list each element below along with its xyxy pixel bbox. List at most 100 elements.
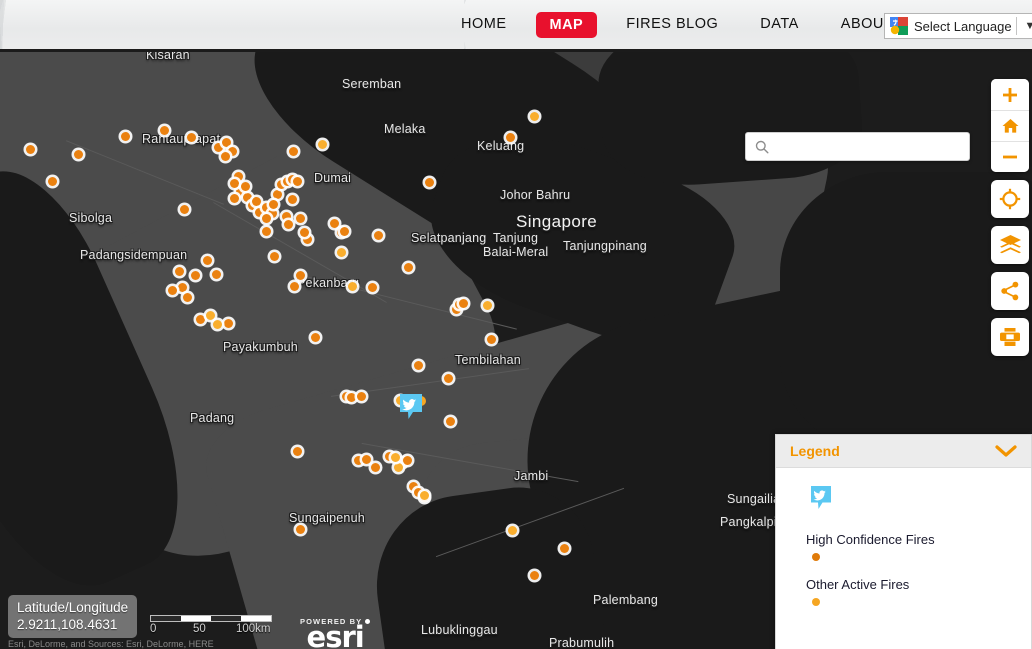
fire-point-other-active[interactable] [508, 526, 517, 535]
locate-button[interactable] [991, 180, 1029, 218]
map-attribution: Esri, DeLorme, and Sources: Esri, DeLorm… [8, 639, 214, 649]
fire-point-high-confidence[interactable] [296, 271, 305, 280]
search-input[interactable] [775, 133, 969, 160]
fire-point-high-confidence[interactable] [262, 227, 271, 236]
fire-point-high-confidence[interactable] [178, 283, 187, 292]
fire-point-high-confidence[interactable] [191, 271, 200, 280]
share-button[interactable] [991, 272, 1029, 310]
scale-bar-line [150, 615, 272, 622]
fire-point-high-confidence[interactable] [487, 335, 496, 344]
legend-swatch-high-confidence [812, 553, 820, 561]
fire-point-high-confidence[interactable] [212, 270, 221, 279]
fire-point-other-active[interactable] [337, 248, 346, 257]
fire-point-high-confidence[interactable] [446, 417, 455, 426]
home-extent-button[interactable] [991, 110, 1029, 141]
fire-point-high-confidence[interactable] [48, 177, 57, 186]
fire-point-high-confidence[interactable] [357, 392, 366, 401]
fires-map-app: HOME MAP FIRES BLOG DATA ABOUT GFW Selec… [0, 0, 1032, 649]
fire-point-high-confidence[interactable] [187, 133, 196, 142]
fire-point-high-confidence[interactable] [175, 267, 184, 276]
latlong-readout: Latitude/Longitude 2.9211,108.4631 [8, 595, 138, 638]
nav-item-data[interactable]: DATA [739, 0, 820, 49]
fire-point-high-confidence[interactable] [252, 197, 261, 206]
fire-point-high-confidence[interactable] [222, 138, 231, 147]
legend-item-twitter [810, 485, 1031, 516]
fire-point-other-active[interactable] [318, 140, 327, 149]
fire-point-high-confidence[interactable] [203, 256, 212, 265]
fire-point-high-confidence[interactable] [425, 178, 434, 187]
fire-point-high-confidence[interactable] [26, 145, 35, 154]
fire-point-high-confidence[interactable] [404, 263, 413, 272]
fire-point-high-confidence[interactable] [290, 282, 299, 291]
nav-item-home[interactable]: HOME [440, 0, 528, 49]
site-header: HOME MAP FIRES BLOG DATA ABOUT GFW Selec… [0, 0, 1032, 52]
fire-point-high-confidence[interactable] [311, 333, 320, 342]
fire-point-other-active[interactable] [206, 311, 215, 320]
fire-point-high-confidence[interactable] [180, 205, 189, 214]
nav-item-map[interactable]: MAP [535, 11, 598, 38]
esri-brand-text: esri [306, 620, 365, 649]
fire-point-high-confidence[interactable] [368, 283, 377, 292]
fire-point-high-confidence[interactable] [121, 132, 130, 141]
fire-point-high-confidence[interactable] [300, 228, 309, 237]
fire-point-high-confidence[interactable] [269, 200, 278, 209]
fire-point-high-confidence[interactable] [196, 315, 205, 324]
fire-point-high-confidence[interactable] [230, 179, 239, 188]
fire-point-other-active[interactable] [483, 301, 492, 310]
fire-point-high-confidence[interactable] [262, 214, 271, 223]
fire-point-high-confidence[interactable] [296, 214, 305, 223]
fire-point-high-confidence[interactable] [74, 150, 83, 159]
fire-point-high-confidence[interactable] [270, 252, 279, 261]
fire-point-high-confidence[interactable] [284, 220, 293, 229]
fire-point-high-confidence[interactable] [374, 231, 383, 240]
fire-point-high-confidence[interactable] [403, 456, 412, 465]
google-translate-widget[interactable]: Select Language ▼ [884, 13, 1032, 39]
locate-icon [999, 188, 1021, 210]
fire-point-high-confidence[interactable] [160, 126, 169, 135]
fire-point-high-confidence[interactable] [444, 374, 453, 383]
fire-point-high-confidence[interactable] [168, 286, 177, 295]
fire-point-high-confidence[interactable] [330, 219, 339, 228]
map-toolbar [991, 79, 1029, 356]
fire-point-high-confidence[interactable] [560, 544, 569, 553]
map-search-box[interactable] [745, 132, 970, 161]
fire-point-high-confidence[interactable] [459, 299, 468, 308]
google-translate-icon [890, 17, 908, 35]
fire-point-high-confidence[interactable] [506, 133, 515, 142]
chevron-down-icon[interactable]: ▼ [1017, 14, 1032, 38]
fire-point-high-confidence[interactable] [241, 182, 250, 191]
legend-header[interactable]: Legend [776, 435, 1031, 468]
zoom-in-button[interactable] [991, 79, 1029, 110]
print-button[interactable] [991, 318, 1029, 356]
fire-point-high-confidence[interactable] [362, 455, 371, 464]
fire-point-high-confidence[interactable] [273, 190, 282, 199]
fire-point-other-active[interactable] [530, 112, 539, 121]
nav-item-fires-blog[interactable]: FIRES BLOG [605, 0, 739, 49]
fire-point-high-confidence[interactable] [224, 319, 233, 328]
fire-point-high-confidence[interactable] [530, 571, 539, 580]
map-canvas[interactable]: Kisaran Seremban Rantauprapat Melaka Keluang… [0, 52, 1032, 649]
fire-point-other-active[interactable] [420, 491, 429, 500]
fire-point-high-confidence[interactable] [293, 177, 302, 186]
fire-point-high-confidence[interactable] [296, 525, 305, 534]
fire-point-high-confidence[interactable] [347, 393, 356, 402]
fire-point-other-active[interactable] [348, 282, 357, 291]
layers-button[interactable] [991, 226, 1029, 264]
fire-point-high-confidence[interactable] [221, 152, 230, 161]
fire-point-other-active[interactable] [391, 453, 400, 462]
fire-point-high-confidence[interactable] [414, 361, 423, 370]
twitter-report-marker[interactable] [399, 393, 427, 425]
zoom-out-button[interactable] [991, 141, 1029, 172]
fire-point-high-confidence[interactable] [288, 195, 297, 204]
fire-point-other-active[interactable] [394, 463, 403, 472]
fire-point-high-confidence[interactable] [230, 194, 239, 203]
fire-point-high-confidence[interactable] [289, 147, 298, 156]
chevron-down-icon[interactable] [995, 444, 1017, 458]
layers-icon [999, 235, 1021, 254]
fire-point-high-confidence[interactable] [183, 293, 192, 302]
fire-point-high-confidence[interactable] [293, 447, 302, 456]
fire-point-high-confidence[interactable] [371, 463, 380, 472]
fire-point-other-active[interactable] [213, 320, 222, 329]
legend-label-other-active: Other Active Fires [806, 577, 910, 592]
fire-point-high-confidence[interactable] [340, 227, 349, 236]
